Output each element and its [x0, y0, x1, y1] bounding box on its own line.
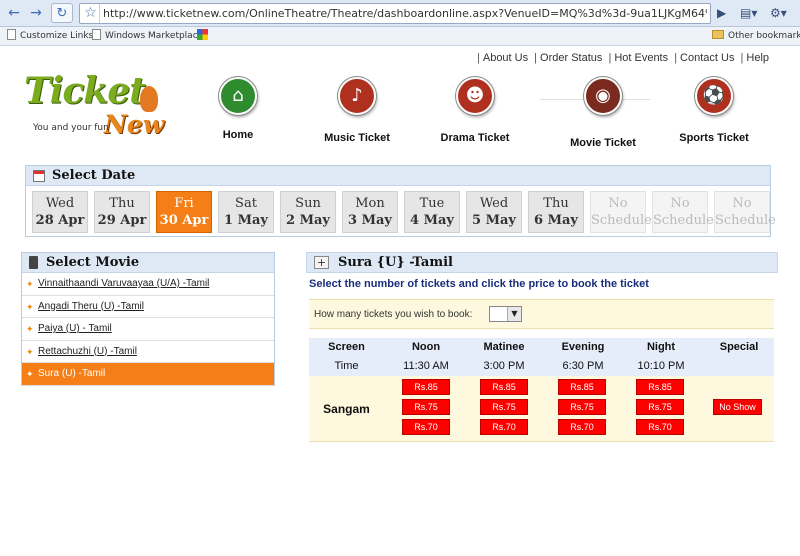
select-movie-header: Select Movie [22, 253, 274, 273]
page-icon [92, 29, 101, 40]
movie-item[interactable]: ✦ Paiya (U) - Tamil [22, 318, 274, 341]
theatre-row: Sangam Rs.85 Rs.75 Rs.70 Rs.85 Rs.75 Rs.… [309, 376, 774, 442]
bookmark-windows-marketplace[interactable]: Windows Marketplace [92, 29, 203, 44]
star-bullet-icon: ✦ [26, 347, 34, 358]
other-bookmarks[interactable]: Other bookmarks [712, 29, 800, 44]
nav-home[interactable]: ⌂ Home [183, 77, 293, 141]
soccer-ball-icon: ⚽ [695, 77, 733, 115]
dropdown-arrow-icon[interactable]: ▼ [507, 307, 521, 321]
ticket-quantity-row: How many tickets you wish to book: ▼ [309, 299, 774, 329]
price-button[interactable]: Rs.85 [636, 379, 684, 395]
order-status-link[interactable]: Order Status [540, 52, 602, 64]
nav-sports-ticket[interactable]: ⚽ Sports Ticket [659, 77, 769, 144]
select-movie-panel: Select Movie ✦ Vinnaithaandi Varuvaayaa (… [21, 252, 275, 386]
drama-icon: ☻ [456, 77, 494, 115]
home-icon: ⌂ [219, 77, 257, 115]
nav-drama-ticket[interactable]: ☻ Drama Ticket [420, 77, 530, 144]
date-no-schedule: No Schedule [652, 191, 714, 233]
music-icon: ♪ [338, 77, 376, 115]
special-no-show: No Show [713, 399, 762, 415]
date-fri-30-apr-selected[interactable]: Fri 30 Apr [156, 191, 212, 233]
showtime-table: Screen Noon Matinee Evening Night Specia… [309, 338, 774, 442]
evening-prices: Rs.85 Rs.75 Rs.70 [558, 379, 606, 439]
google-bookmark-icon[interactable] [197, 29, 208, 44]
movie-item-selected[interactable]: ✦ Sura (U) -Tamil [22, 363, 274, 386]
date-no-schedule: No Schedule [714, 191, 776, 233]
address-bar[interactable]: ☆ [79, 3, 711, 24]
reload-icon[interactable]: ↻ [51, 3, 73, 23]
calendar-icon [33, 170, 45, 182]
top-links: | About Us | Order Status | Hot Events | Con… [477, 52, 770, 64]
star-bullet-icon: ✦ [26, 370, 34, 380]
price-button[interactable]: Rs.70 [402, 419, 450, 435]
film-reel-icon: ◉ [584, 77, 622, 115]
price-button[interactable]: Rs.75 [480, 399, 528, 415]
date-sun-2-may[interactable]: Sun 2 May [280, 191, 336, 233]
date-wed-5-may[interactable]: Wed 5 May [466, 191, 522, 233]
price-button[interactable]: Rs.70 [558, 419, 606, 435]
nav-movie-ticket[interactable]: ◉ Movie Ticket [540, 77, 650, 149]
folder-icon [712, 30, 724, 39]
price-button[interactable]: Rs.85 [480, 379, 528, 395]
page-menu-icon[interactable]: ▤▾ [740, 4, 757, 23]
forward-icon[interactable]: → [26, 3, 46, 23]
showtime-header-row: Screen Noon Matinee Evening Night Specia… [309, 338, 774, 357]
date-thu-6-may[interactable]: Thu 6 May [528, 191, 584, 233]
bookmarks-bar: Customize Links Windows Marketplace Othe… [0, 27, 800, 46]
date-mon-3-may[interactable]: Mon 3 May [342, 191, 398, 233]
showtime-time-row: Time 11:30 AM 3:00 PM 6:30 PM 10:10 PM [309, 357, 774, 376]
ticketnew-logo[interactable]: Ticket New You and your fun [24, 70, 164, 145]
back-icon[interactable]: ← [4, 3, 24, 23]
date-sat-1-may[interactable]: Sat 1 May [218, 191, 274, 233]
book-icon [29, 256, 38, 269]
star-bullet-icon: ✦ [26, 325, 34, 335]
movie-item[interactable]: ✦ Rettachuzhi (U) -Tamil [22, 341, 274, 363]
browser-toolbar: ← → ↻ ☆ ▶ ▤▾ ⚙▾ [0, 0, 800, 27]
date-tue-4-may[interactable]: Tue 4 May [404, 191, 460, 233]
date-wed-28-apr[interactable]: Wed 28 Apr [32, 191, 88, 233]
matinee-prices: Rs.85 Rs.75 Rs.70 [480, 379, 528, 439]
price-button[interactable]: Rs.85 [558, 379, 606, 395]
select-date-header: Select Date [26, 166, 770, 186]
expand-icon[interactable]: + [314, 256, 329, 269]
bookmark-star-icon[interactable]: ☆ [82, 4, 100, 23]
price-button[interactable]: Rs.75 [558, 399, 606, 415]
movie-item[interactable]: ✦ Angadi Theru (U) -Tamil [22, 296, 274, 318]
bookmark-customize-links[interactable]: Customize Links [7, 29, 93, 44]
mascot-figure [140, 86, 158, 112]
wrench-menu-icon[interactable]: ⚙▾ [770, 4, 787, 23]
date-thu-29-apr[interactable]: Thu 29 Apr [94, 191, 150, 233]
url-input[interactable] [103, 6, 707, 21]
price-button[interactable]: Rs.75 [636, 399, 684, 415]
show-panel-header: + Sura {U} -Tamil [306, 252, 778, 273]
price-button[interactable]: Rs.70 [636, 419, 684, 435]
contact-us-link[interactable]: Contact Us [680, 52, 734, 64]
hot-events-link[interactable]: Hot Events [614, 52, 668, 64]
select-date-panel: Select Date Wed 28 Apr Thu 29 Apr Fri 30 Ap… [25, 165, 776, 237]
date-no-schedule: No Schedule [590, 191, 652, 233]
night-prices: Rs.85 Rs.75 Rs.70 [636, 379, 684, 439]
star-bullet-icon: ✦ [26, 302, 34, 313]
about-us-link[interactable]: About Us [483, 52, 528, 64]
booking-instruction: Select the number of tickets and click t… [309, 278, 649, 290]
price-button[interactable]: Rs.75 [402, 399, 450, 415]
movie-item[interactable]: ✦ Vinnaithaandi Varuvaayaa (U/A) -Tamil [22, 273, 274, 296]
ticket-quantity-select[interactable]: ▼ [489, 306, 522, 322]
theatre-name: Sangam [323, 402, 370, 416]
page-icon [7, 29, 16, 40]
star-bullet-icon: ✦ [26, 280, 34, 290]
nav-music-ticket[interactable]: ♪ Music Ticket [302, 77, 412, 144]
price-button[interactable]: Rs.85 [402, 379, 450, 395]
noon-prices: Rs.85 Rs.75 Rs.70 [402, 379, 450, 439]
help-link[interactable]: Help [746, 52, 769, 64]
price-button[interactable]: Rs.70 [480, 419, 528, 435]
go-icon[interactable]: ▶ [717, 4, 726, 23]
